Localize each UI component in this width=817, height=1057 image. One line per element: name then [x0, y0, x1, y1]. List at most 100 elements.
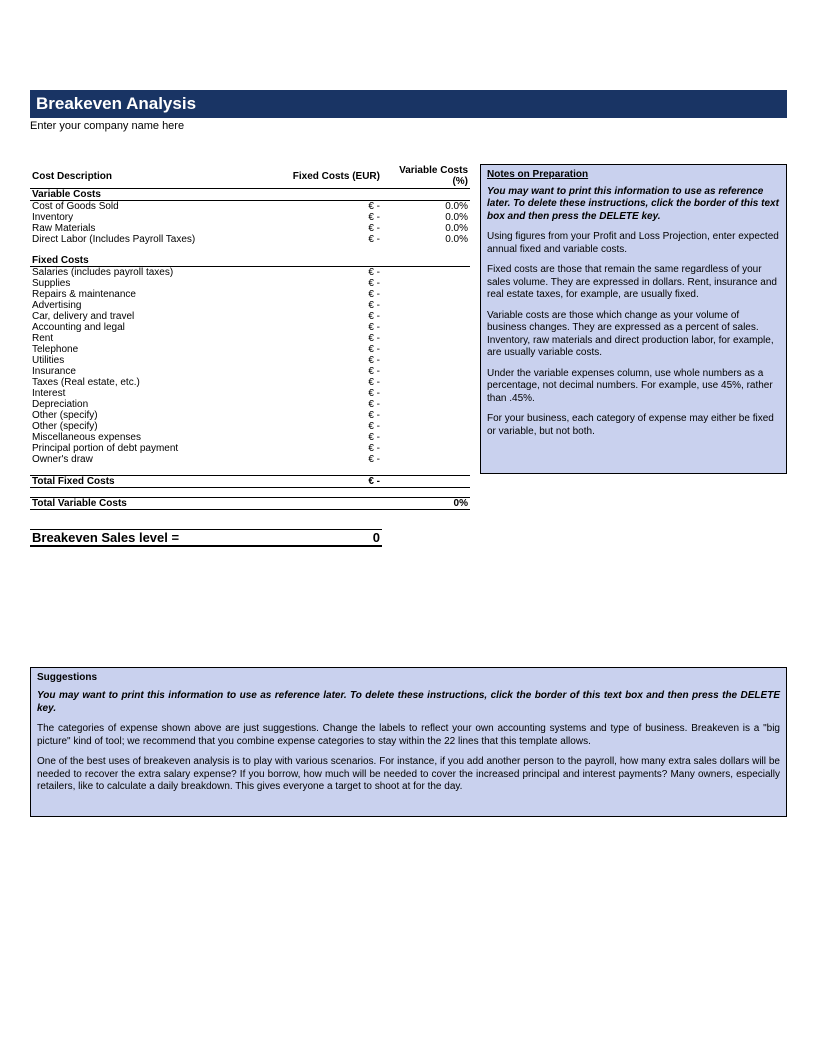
cell-label[interactable]: Salaries (includes payroll taxes): [30, 267, 259, 279]
cell-fixed[interactable]: € -: [259, 212, 382, 223]
cell-var: [382, 454, 470, 465]
table-row: Accounting and legal€ -: [30, 322, 470, 333]
cell-fixed[interactable]: € -: [259, 421, 382, 432]
cell-label[interactable]: Advertising: [30, 300, 259, 311]
cell-var[interactable]: 0.0%: [382, 201, 470, 213]
cell-label[interactable]: Accounting and legal: [30, 322, 259, 333]
cell-fixed[interactable]: € -: [259, 399, 382, 410]
table-row: Owner's draw€ -: [30, 454, 470, 465]
cell-label[interactable]: Other (specify): [30, 421, 259, 432]
cell-label: Variable Costs: [30, 189, 259, 201]
cell-label[interactable]: Repairs & maintenance: [30, 289, 259, 300]
notes-p: Variable costs are those which change as…: [487, 310, 780, 360]
cell-var: [382, 366, 470, 377]
cell-fixed: € -: [259, 475, 382, 487]
cell-fixed[interactable]: € -: [259, 267, 382, 279]
table-row: Principal portion of debt payment€ -: [30, 443, 470, 454]
cell-label[interactable]: Direct Labor (Includes Payroll Taxes): [30, 234, 259, 245]
cell-fixed[interactable]: € -: [259, 432, 382, 443]
page-title: Breakeven Analysis: [30, 90, 787, 118]
table-row: Depreciation€ -: [30, 399, 470, 410]
table-row: Total Variable Costs0%: [30, 497, 470, 509]
suggestions-p: One of the best uses of breakeven analys…: [37, 756, 780, 794]
table-row: Insurance€ -: [30, 366, 470, 377]
table-row: Rent€ -: [30, 333, 470, 344]
cell-label[interactable]: Insurance: [30, 366, 259, 377]
table-row: Total Fixed Costs€ -: [30, 475, 470, 487]
cell-label[interactable]: Depreciation: [30, 399, 259, 410]
cell-var: [382, 410, 470, 421]
cell-var: [382, 289, 470, 300]
cell-var: [382, 300, 470, 311]
cell-var: 0%: [382, 497, 470, 509]
cell-fixed[interactable]: € -: [259, 410, 382, 421]
cell-fixed[interactable]: € -: [259, 234, 382, 245]
table-row: Fixed Costs: [30, 255, 470, 267]
notes-box[interactable]: Notes on Preparation You may want to pri…: [480, 164, 787, 474]
cell-label[interactable]: Inventory: [30, 212, 259, 223]
cell-label[interactable]: Raw Materials: [30, 223, 259, 234]
cell-label[interactable]: Car, delivery and travel: [30, 311, 259, 322]
cell-var: [382, 443, 470, 454]
table-row: Utilities€ -: [30, 355, 470, 366]
cell-var: [382, 399, 470, 410]
table-row: Supplies€ -: [30, 278, 470, 289]
cell-label[interactable]: Other (specify): [30, 410, 259, 421]
col-header-var: Variable Costs (%): [382, 164, 470, 189]
cell-var: [382, 344, 470, 355]
cell-fixed[interactable]: € -: [259, 454, 382, 465]
cell-var: [382, 255, 470, 267]
cell-fixed[interactable]: € -: [259, 311, 382, 322]
notes-p: Fixed costs are those that remain the sa…: [487, 264, 780, 302]
cell-label[interactable]: Utilities: [30, 355, 259, 366]
cell-label: Fixed Costs: [30, 255, 259, 267]
table-row: Other (specify)€ -: [30, 421, 470, 432]
cell-var[interactable]: 0.0%: [382, 223, 470, 234]
suggestions-box[interactable]: Suggestions You may want to print this i…: [30, 667, 787, 817]
cell-var: [382, 278, 470, 289]
cell-var: [382, 189, 470, 201]
cell-fixed[interactable]: € -: [259, 355, 382, 366]
cell-label: Total Fixed Costs: [30, 475, 259, 487]
table-row: Other (specify)€ -: [30, 410, 470, 421]
cell-var[interactable]: 0.0%: [382, 212, 470, 223]
cell-fixed: [259, 255, 382, 267]
cell-fixed[interactable]: € -: [259, 201, 382, 213]
notes-p: Under the variable expenses column, use …: [487, 368, 780, 406]
cell-fixed[interactable]: € -: [259, 344, 382, 355]
cell-label[interactable]: Miscellaneous expenses: [30, 432, 259, 443]
cell-fixed[interactable]: € -: [259, 289, 382, 300]
cell-fixed[interactable]: € -: [259, 388, 382, 399]
cell-var: [382, 355, 470, 366]
cell-label[interactable]: Supplies: [30, 278, 259, 289]
cell-fixed[interactable]: € -: [259, 377, 382, 388]
suggestions-title: Suggestions: [37, 672, 780, 685]
cell-label[interactable]: Taxes (Real estate, etc.): [30, 377, 259, 388]
company-name-field[interactable]: Enter your company name here: [30, 118, 787, 132]
cell-fixed[interactable]: € -: [259, 322, 382, 333]
cell-fixed[interactable]: € -: [259, 278, 382, 289]
breakeven-value: 0: [259, 529, 382, 546]
cell-label[interactable]: Rent: [30, 333, 259, 344]
cell-label[interactable]: Telephone: [30, 344, 259, 355]
table-row: Car, delivery and travel€ -: [30, 311, 470, 322]
table-row: Advertising€ -: [30, 300, 470, 311]
table-row: Interest€ -: [30, 388, 470, 399]
cell-var: [382, 267, 470, 279]
cell-var[interactable]: 0.0%: [382, 234, 470, 245]
cell-fixed[interactable]: € -: [259, 333, 382, 344]
suggestions-p: The categories of expense shown above ar…: [37, 723, 780, 748]
cell-fixed[interactable]: € -: [259, 443, 382, 454]
cell-var: [382, 322, 470, 333]
notes-title: Notes on Preparation: [487, 169, 780, 182]
cell-label[interactable]: Interest: [30, 388, 259, 399]
cell-label[interactable]: Principal portion of debt payment: [30, 443, 259, 454]
cell-fixed[interactable]: € -: [259, 300, 382, 311]
table-row: Cost of Goods Sold€ -0.0%: [30, 201, 470, 213]
cell-fixed[interactable]: € -: [259, 223, 382, 234]
table-row: Variable Costs: [30, 189, 470, 201]
cell-label[interactable]: Cost of Goods Sold: [30, 201, 259, 213]
cell-label[interactable]: Owner's draw: [30, 454, 259, 465]
cell-fixed[interactable]: € -: [259, 366, 382, 377]
table-row: Telephone€ -: [30, 344, 470, 355]
